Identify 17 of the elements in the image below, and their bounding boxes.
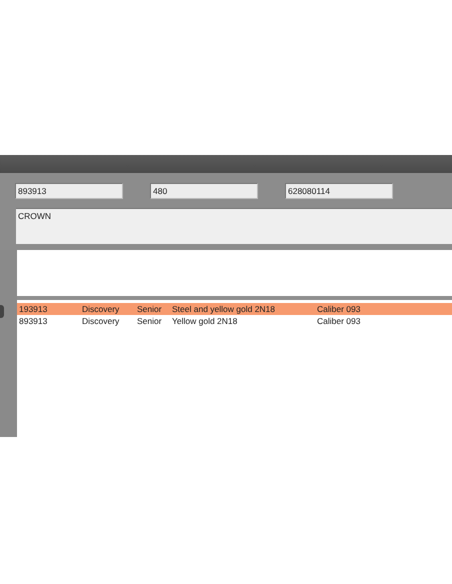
table-cell-text: Caliber 093 [316, 304, 362, 314]
side-handle[interactable] [0, 305, 4, 318]
table-cell-text: Discovery [81, 304, 120, 314]
table-cell-text: Senior [136, 304, 163, 314]
description-field[interactable]: CROWN [16, 208, 452, 244]
table-cell-text: Discovery [81, 316, 120, 326]
table-cell-text: 893913 [18, 316, 48, 326]
table-cell-text: Senior [136, 316, 163, 326]
table-row[interactable]: 193913 Discovery Senior Steel and yellow gold 2N18 Caliber 093 [17, 303, 452, 315]
table-row[interactable]: 893913 Discovery Senior Yellow gold 2N18 Caliber 093 [17, 315, 452, 327]
table-cell-text: 193913 [18, 304, 48, 314]
input-field[interactable]: 628080114 [285, 183, 393, 199]
table-cell-text: Yellow gold 2N18 [171, 316, 238, 326]
input-field[interactable]: 480 [150, 183, 258, 199]
table-cell-text: Steel and yellow gold 2N18 [171, 304, 276, 314]
input-field[interactable]: 893913 [15, 183, 123, 199]
table-cell-text: Caliber 093 [316, 316, 362, 326]
